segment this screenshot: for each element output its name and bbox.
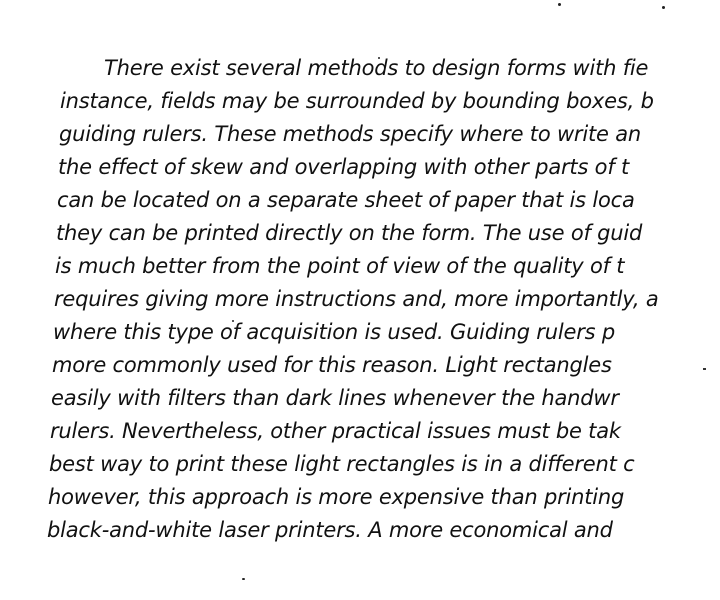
text-line: guiding rulers. These methods specify wh…: [59, 122, 641, 146]
text-line: they can be printed directly on the form…: [56, 221, 643, 245]
text-line: can be located on a separate sheet of pa…: [57, 188, 635, 212]
text-line: rulers. Nevertheless, other practical is…: [50, 419, 621, 443]
text-line: where this type of acquisition is used. …: [53, 320, 615, 344]
body-paragraph: There exist several methods to design fo…: [0, 52, 672, 562]
text-line: There exist several methods to design fo…: [104, 56, 649, 80]
text-line: best way to print these light rectangles…: [49, 452, 635, 476]
scan-speck: [558, 3, 561, 6]
scanned-page: There exist several methods to design fo…: [0, 0, 720, 600]
text-line: easily with filters than dark lines when…: [51, 386, 619, 410]
scan-speck: [662, 6, 665, 9]
scan-edge-mark: [703, 368, 706, 370]
scan-speck: [242, 578, 245, 580]
text-line: however, this approach is more expensive…: [48, 485, 625, 509]
text-line: the effect of skew and overlapping with …: [58, 155, 630, 179]
text-line: is much better from the point of view of…: [55, 254, 625, 278]
text-line: requires giving more instructions and, m…: [54, 287, 659, 311]
text-line: more commonly used for this reason. Ligh…: [52, 353, 612, 377]
text-line: instance, fields may be surrounded by bo…: [60, 89, 654, 113]
text-line: black-and-white laser printers. A more e…: [47, 518, 613, 542]
